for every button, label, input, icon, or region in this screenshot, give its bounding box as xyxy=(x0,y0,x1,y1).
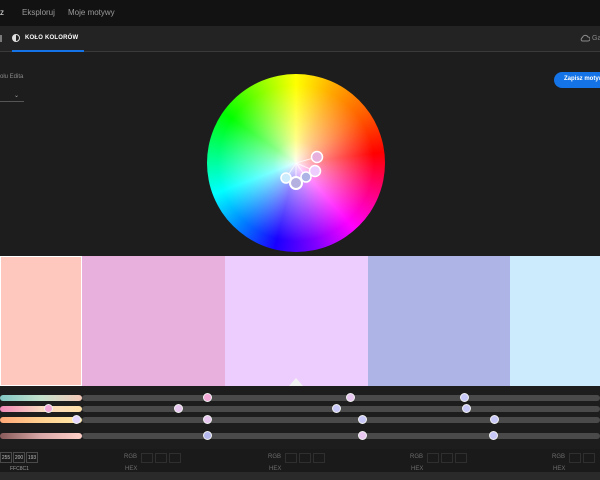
rgb-field[interactable] xyxy=(285,453,297,463)
swatch-2[interactable] xyxy=(82,256,225,386)
rgb-field[interactable] xyxy=(569,453,581,463)
rgb-field[interactable] xyxy=(441,453,453,463)
color-wheel-tab-icon xyxy=(12,34,20,42)
rgb-label: RGB xyxy=(552,454,566,460)
rgb-field[interactable] xyxy=(169,453,181,463)
color-wheel-handles xyxy=(280,150,324,190)
rgb-field[interactable] xyxy=(583,453,595,463)
rgb-label: RGB xyxy=(410,454,424,460)
color-wheel-area xyxy=(207,74,385,252)
wheel-handle-base[interactable] xyxy=(289,176,303,190)
slider-track[interactable] xyxy=(82,406,600,412)
swatch-3[interactable] xyxy=(225,256,368,386)
nav-item-create[interactable]: z xyxy=(0,8,4,17)
rgb-field[interactable] xyxy=(155,453,167,463)
slider-track[interactable] xyxy=(82,417,600,423)
slider-track[interactable] xyxy=(82,395,600,401)
slider-knob[interactable] xyxy=(174,404,183,413)
slider-knob[interactable] xyxy=(332,404,341,413)
harmony-mode-dropdown[interactable]: ⌄ xyxy=(0,88,24,102)
slider-knob[interactable] xyxy=(489,431,498,440)
rgb-label: RGB xyxy=(268,454,282,460)
rgb-field[interactable] xyxy=(313,453,325,463)
color-swatches xyxy=(0,256,600,386)
swatch-4[interactable] xyxy=(368,256,510,386)
slider-knob[interactable] xyxy=(358,415,367,424)
rgb-field[interactable] xyxy=(427,453,439,463)
slider-knob[interactable] xyxy=(44,404,53,413)
swatch-1[interactable] xyxy=(0,256,82,386)
slider-track-col1[interactable] xyxy=(0,417,82,423)
save-theme-button[interactable]: Zapisz motyw xyxy=(554,72,600,88)
tab-color-wheel[interactable]: KOŁO KOLORÓW xyxy=(12,26,85,52)
cloud-icon[interactable] xyxy=(580,34,590,43)
slider-track[interactable] xyxy=(82,433,600,439)
rgb-b-field[interactable]: 193 xyxy=(26,452,38,463)
rgb-field[interactable] xyxy=(141,453,153,463)
base-color-marker xyxy=(289,378,303,386)
bottom-scroll-strip xyxy=(0,472,600,480)
slider-knob[interactable] xyxy=(72,415,81,424)
wheel-handle[interactable] xyxy=(280,172,292,184)
subbar-right-text[interactable]: Ga xyxy=(592,35,600,42)
slider-track-col1[interactable] xyxy=(0,406,82,412)
slider-knob[interactable] xyxy=(358,431,367,440)
color-wheel[interactable] xyxy=(207,74,385,252)
slider-knob[interactable] xyxy=(203,415,212,424)
rgb-label: RGB xyxy=(124,454,138,460)
rgb-field[interactable] xyxy=(455,453,467,463)
color-sliders xyxy=(0,387,600,449)
slider-knob[interactable] xyxy=(490,415,499,424)
nav-item-explore[interactable]: Eksploruj xyxy=(22,8,55,17)
rgb-r-field[interactable]: 255 xyxy=(0,452,12,463)
slider-knob[interactable] xyxy=(203,431,212,440)
rgb-field[interactable] xyxy=(299,453,311,463)
rgb-g-field[interactable]: 200 xyxy=(13,452,25,463)
slider-knob[interactable] xyxy=(346,393,355,402)
slider-knob[interactable] xyxy=(462,404,471,413)
swatch-5[interactable] xyxy=(510,256,600,386)
slider-track-col1[interactable] xyxy=(0,395,82,401)
tab-color-wheel-label: KOŁO KOLORÓW xyxy=(25,35,79,41)
slider-knob[interactable] xyxy=(460,393,469,402)
edge-divider xyxy=(0,35,2,42)
wheel-handle[interactable] xyxy=(310,150,324,164)
slider-knob[interactable] xyxy=(203,393,212,402)
nav-item-my-themes[interactable]: Moje motywy xyxy=(68,8,115,17)
slider-track-col1[interactable] xyxy=(0,433,82,439)
tool-subbar: KOŁO KOLORÓW Ga xyxy=(0,26,600,52)
chevron-down-icon: ⌄ xyxy=(14,93,20,99)
harmony-mode-label: ołu Edita xyxy=(0,74,24,80)
top-nav: z Eksploruj Moje motywy xyxy=(0,0,600,26)
